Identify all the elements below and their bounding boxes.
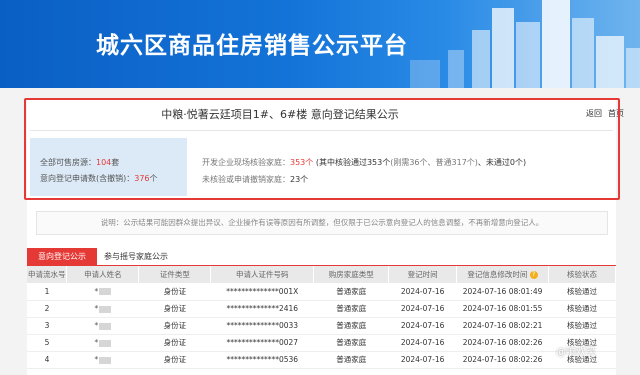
redacted-name bbox=[99, 322, 112, 330]
tab-intent-registration[interactable]: 意向登记公示 bbox=[27, 248, 97, 265]
table-row: 5 * 身份证 **************0027 普通家庭 2024-07-… bbox=[27, 334, 616, 352]
table-row: 1 * 身份证 **************001X 普通家庭 2024-07-… bbox=[27, 283, 616, 301]
column-header: 核验状态 bbox=[548, 266, 616, 283]
skyline-decoration bbox=[596, 36, 624, 88]
skyline-decoration bbox=[572, 18, 594, 88]
column-header: 证件类型 bbox=[138, 266, 212, 283]
redacted-name bbox=[99, 339, 112, 347]
watermark: @响欢笑 bbox=[556, 347, 596, 358]
registration-table: 申请流水号 申请人姓名 证件类型 申请人证件号码 购房家庭类型 登记时间 登记信… bbox=[27, 266, 616, 369]
header-banner: 城六区商品住房销售公示平台 bbox=[0, 0, 640, 88]
column-header: 申请人姓名 bbox=[66, 266, 140, 283]
notice-text: 说明：公示结果可能因群众提出异议、企业操作有误等原因有所调整，但仅限于已公示意向… bbox=[36, 211, 608, 235]
table-row: 3 * 身份证 **************0033 普通家庭 2024-07-… bbox=[27, 317, 616, 335]
skyline-decoration bbox=[448, 50, 464, 88]
column-header: 登记信息修改时间 ? bbox=[456, 266, 550, 283]
redacted-name bbox=[99, 288, 112, 296]
column-header: 登记时间 bbox=[388, 266, 458, 283]
skyline-decoration bbox=[472, 30, 490, 88]
skyline-decoration bbox=[626, 48, 640, 88]
column-header: 购房家庭类型 bbox=[313, 266, 390, 283]
skyline-decoration bbox=[516, 22, 540, 88]
redacted-name bbox=[99, 305, 112, 313]
redacted-name bbox=[99, 356, 112, 364]
info-icon[interactable]: ? bbox=[529, 271, 538, 279]
table-row: 2 * 身份证 **************2416 普通家庭 2024-07-… bbox=[27, 300, 616, 318]
tab-lottery-families[interactable]: 参与摇号家庭公示 bbox=[104, 248, 168, 265]
skyline-decoration bbox=[542, 0, 570, 88]
table-header-row: 申请流水号 申请人姓名 证件类型 申请人证件号码 购房家庭类型 登记时间 登记信… bbox=[27, 266, 616, 283]
column-header: 申请人证件号码 bbox=[210, 266, 315, 283]
highlight-annotation bbox=[24, 98, 620, 200]
site-title: 城六区商品住房销售公示平台 bbox=[96, 33, 408, 59]
skyline-decoration bbox=[492, 8, 514, 88]
skyline-decoration bbox=[410, 60, 440, 88]
table-row: 4 * 身份证 **************0536 普通家庭 2024-07-… bbox=[27, 351, 616, 369]
column-header: 申请流水号 bbox=[27, 266, 68, 283]
